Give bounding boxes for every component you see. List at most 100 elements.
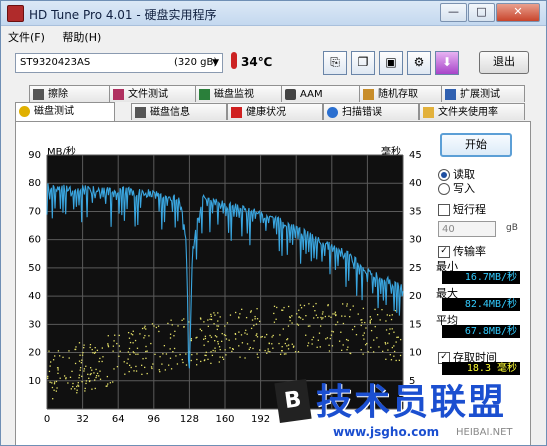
tab-error-scan[interactable]: 扫描错误	[323, 103, 419, 120]
access-time-point	[213, 323, 215, 325]
y-tick-label-right: 40	[409, 178, 422, 189]
tab-aam[interactable]: AAM	[281, 85, 361, 102]
access-time-point	[299, 304, 302, 306]
access-time-point	[144, 334, 146, 337]
scan-icon	[327, 107, 338, 118]
tab-label: 健康状况	[246, 107, 286, 118]
access-time-point	[94, 346, 96, 349]
window-controls: — □ ✕	[439, 3, 540, 22]
tab-file-test[interactable]: 文件测试	[109, 85, 197, 102]
access-time-point	[246, 343, 249, 345]
access-time-point	[289, 319, 291, 322]
menu-help[interactable]: 帮助(H)	[55, 27, 108, 47]
tab-extended-test[interactable]: 扩展测试	[441, 85, 525, 102]
drive-name: ST9320423AS	[20, 57, 91, 68]
radio-dot	[438, 183, 450, 195]
window-title: HD Tune Pro 4.01 - 硬盘实用程序	[29, 8, 217, 22]
access-time-point	[116, 342, 118, 345]
access-time-point	[387, 342, 389, 344]
access-time-point	[385, 358, 387, 360]
tab-random-access[interactable]: 随机存取	[359, 85, 443, 102]
transfer-rate-checkbox[interactable]: ✓ 传输率	[438, 243, 486, 259]
drive-select[interactable]: ST9320423AS (320 gB) ▼	[15, 53, 223, 73]
access-time-point	[232, 348, 234, 350]
access-time-point	[393, 355, 395, 357]
access-time-point	[145, 345, 147, 348]
monitor-icon	[199, 89, 210, 100]
access-time-point	[219, 348, 221, 351]
access-time-point	[204, 335, 207, 337]
access-time-point	[89, 373, 91, 376]
access-time-point	[151, 323, 154, 325]
access-time-point	[199, 317, 202, 319]
access-time-point	[395, 359, 397, 362]
copy-text-icon[interactable]: ⎘	[323, 51, 347, 75]
access-time-point	[231, 350, 233, 353]
tab-health[interactable]: 健康状况	[227, 103, 323, 120]
access-time-point	[387, 349, 389, 351]
access-time-point	[153, 325, 155, 327]
start-button[interactable]: 开始	[440, 133, 512, 157]
access-time-point	[214, 335, 217, 337]
x-tick-label: 160	[215, 414, 234, 425]
close-button[interactable]: ✕	[496, 3, 540, 22]
access-time-point	[281, 346, 283, 348]
access-time-point	[225, 338, 228, 340]
access-time-point	[101, 347, 103, 349]
options-icon[interactable]: ⚙	[407, 51, 431, 75]
access-time-point	[344, 315, 346, 317]
tab-folder-usage[interactable]: 文件夹使用率	[419, 103, 525, 120]
access-time-point	[307, 342, 310, 344]
access-time-point	[374, 308, 376, 311]
exit-button[interactable]: 退出	[479, 51, 529, 74]
access-time-point	[346, 349, 348, 351]
access-time-point	[211, 354, 214, 357]
access-time-point	[342, 303, 344, 305]
access-time-point	[83, 344, 85, 346]
tab-disk-info[interactable]: 磁盘信息	[131, 103, 227, 120]
short-stroke-unit: gB	[506, 223, 518, 233]
download-icon[interactable]: ⬇	[435, 51, 459, 75]
access-time-point	[67, 382, 69, 384]
access-time-point	[217, 325, 220, 327]
access-time-point	[321, 313, 324, 315]
access-time-point	[370, 346, 372, 349]
access-time-point	[241, 308, 243, 310]
write-radio[interactable]: 写入	[438, 180, 475, 196]
minimize-button[interactable]: —	[440, 3, 467, 22]
access-time-point	[128, 364, 131, 366]
copy-screen-icon[interactable]: ❐	[351, 51, 375, 75]
access-time-point	[145, 328, 147, 330]
health-icon	[231, 107, 242, 118]
tab-disk-monitor[interactable]: 磁盘监视	[195, 85, 283, 102]
access-time-point	[59, 355, 61, 357]
access-time-point	[376, 314, 379, 316]
access-time-point	[116, 365, 119, 368]
access-time-point	[204, 354, 206, 356]
short-stroke-checkbox[interactable]: 短行程	[438, 201, 486, 217]
access-time-point	[244, 332, 246, 334]
access-time-point	[291, 322, 293, 324]
access-time-point	[141, 364, 143, 366]
access-time-point	[390, 318, 393, 321]
save-icon[interactable]: ▣	[379, 51, 403, 75]
access-time-point	[132, 342, 134, 344]
maximize-button[interactable]: □	[468, 3, 495, 22]
access-time-point	[135, 353, 137, 355]
access-time-point	[179, 353, 181, 356]
access-time-point	[98, 360, 100, 363]
access-time-point	[288, 316, 291, 318]
tab-erase[interactable]: 擦除	[29, 85, 111, 102]
access-time-point	[209, 318, 211, 320]
tab-benchmark[interactable]: 磁盘测试	[15, 102, 115, 121]
access-time-point	[207, 340, 209, 343]
access-time-point	[129, 341, 132, 344]
access-time-point	[164, 369, 166, 371]
short-stroke-input[interactable]: 40	[438, 221, 496, 237]
access-time-point	[364, 344, 367, 346]
access-time-point	[296, 323, 298, 325]
menu-file[interactable]: 文件(F)	[1, 27, 52, 47]
access-time-point	[326, 337, 329, 339]
access-time-point	[340, 331, 342, 333]
title-bar[interactable]: HD Tune Pro 4.01 - 硬盘实用程序 — □ ✕	[1, 1, 546, 26]
